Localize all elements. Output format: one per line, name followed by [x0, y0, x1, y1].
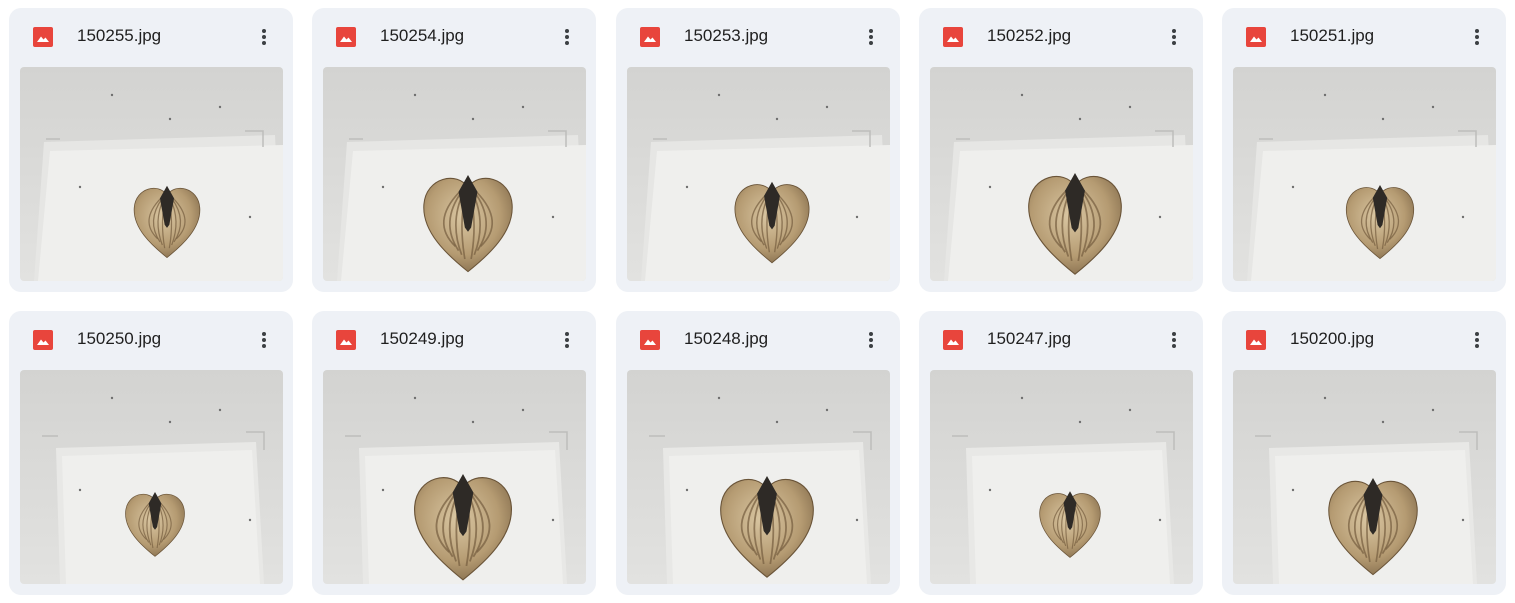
file-name: 150255.jpg	[77, 26, 162, 45]
file-name: 150252.jpg	[987, 26, 1072, 45]
file-card[interactable]: 150255.jpg	[9, 8, 293, 292]
file-name: 150250.jpg	[77, 329, 162, 348]
image-file-icon	[1246, 27, 1266, 47]
file-thumbnail[interactable]	[323, 67, 586, 281]
file-grid: 150255.jpg 150254.jpg 150253.jpg 150252.jpg…	[0, 0, 1515, 603]
file-card-header: 150252.jpg	[919, 8, 1203, 66]
file-thumbnail[interactable]	[627, 370, 890, 584]
more-vert-icon[interactable]	[1159, 22, 1189, 52]
file-card[interactable]: 150253.jpg	[616, 8, 900, 292]
shell-photo	[20, 370, 283, 584]
file-name: 150247.jpg	[987, 329, 1072, 348]
file-card-header: 150248.jpg	[616, 311, 900, 369]
more-vert-icon[interactable]	[552, 22, 582, 52]
file-card-header: 150249.jpg	[312, 311, 596, 369]
file-card-header: 150250.jpg	[9, 311, 293, 369]
file-card[interactable]: 150200.jpg	[1222, 311, 1506, 595]
shell-photo	[627, 370, 890, 584]
file-card-header: 150247.jpg	[919, 311, 1203, 369]
more-vert-icon[interactable]	[856, 22, 886, 52]
more-vert-icon[interactable]	[1462, 22, 1492, 52]
file-card[interactable]: 150247.jpg	[919, 311, 1203, 595]
shell-photo	[1233, 67, 1496, 281]
image-file-icon	[943, 27, 963, 47]
file-thumbnail[interactable]	[20, 67, 283, 281]
more-vert-icon[interactable]	[552, 325, 582, 355]
file-card[interactable]: 150249.jpg	[312, 311, 596, 595]
file-name: 150253.jpg	[684, 26, 769, 45]
file-name: 150254.jpg	[380, 26, 465, 45]
more-vert-icon[interactable]	[249, 22, 279, 52]
file-card-header: 150251.jpg	[1222, 8, 1506, 66]
more-vert-icon[interactable]	[1462, 325, 1492, 355]
image-file-icon	[640, 27, 660, 47]
file-card-header: 150255.jpg	[9, 8, 293, 66]
shell-photo	[1233, 370, 1496, 584]
image-file-icon	[943, 330, 963, 350]
file-thumbnail[interactable]	[930, 370, 1193, 584]
file-card[interactable]: 150251.jpg	[1222, 8, 1506, 292]
file-card-header: 150254.jpg	[312, 8, 596, 66]
image-file-icon	[336, 330, 356, 350]
file-thumbnail[interactable]	[1233, 67, 1496, 281]
image-file-icon	[33, 27, 53, 47]
shell-photo	[930, 370, 1193, 584]
file-thumbnail[interactable]	[323, 370, 586, 584]
file-thumbnail[interactable]	[930, 67, 1193, 281]
shell-photo	[627, 67, 890, 281]
file-card-header: 150200.jpg	[1222, 311, 1506, 369]
image-file-icon	[1246, 330, 1266, 350]
image-file-icon	[336, 27, 356, 47]
image-file-icon	[33, 330, 53, 350]
shell-photo	[323, 370, 586, 584]
shell-photo	[323, 67, 586, 281]
file-card[interactable]: 150250.jpg	[9, 311, 293, 595]
file-thumbnail[interactable]	[627, 67, 890, 281]
file-name: 150251.jpg	[1290, 26, 1375, 45]
file-card[interactable]: 150248.jpg	[616, 311, 900, 595]
more-vert-icon[interactable]	[249, 325, 279, 355]
file-card[interactable]: 150254.jpg	[312, 8, 596, 292]
file-thumbnail[interactable]	[1233, 370, 1496, 584]
shell-photo	[930, 67, 1193, 281]
file-thumbnail[interactable]	[20, 370, 283, 584]
image-file-icon	[640, 330, 660, 350]
file-name: 150200.jpg	[1290, 329, 1375, 348]
more-vert-icon[interactable]	[1159, 325, 1189, 355]
file-card[interactable]: 150252.jpg	[919, 8, 1203, 292]
file-card-header: 150253.jpg	[616, 8, 900, 66]
shell-photo	[20, 67, 283, 281]
more-vert-icon[interactable]	[856, 325, 886, 355]
file-name: 150248.jpg	[684, 329, 769, 348]
file-name: 150249.jpg	[380, 329, 465, 348]
